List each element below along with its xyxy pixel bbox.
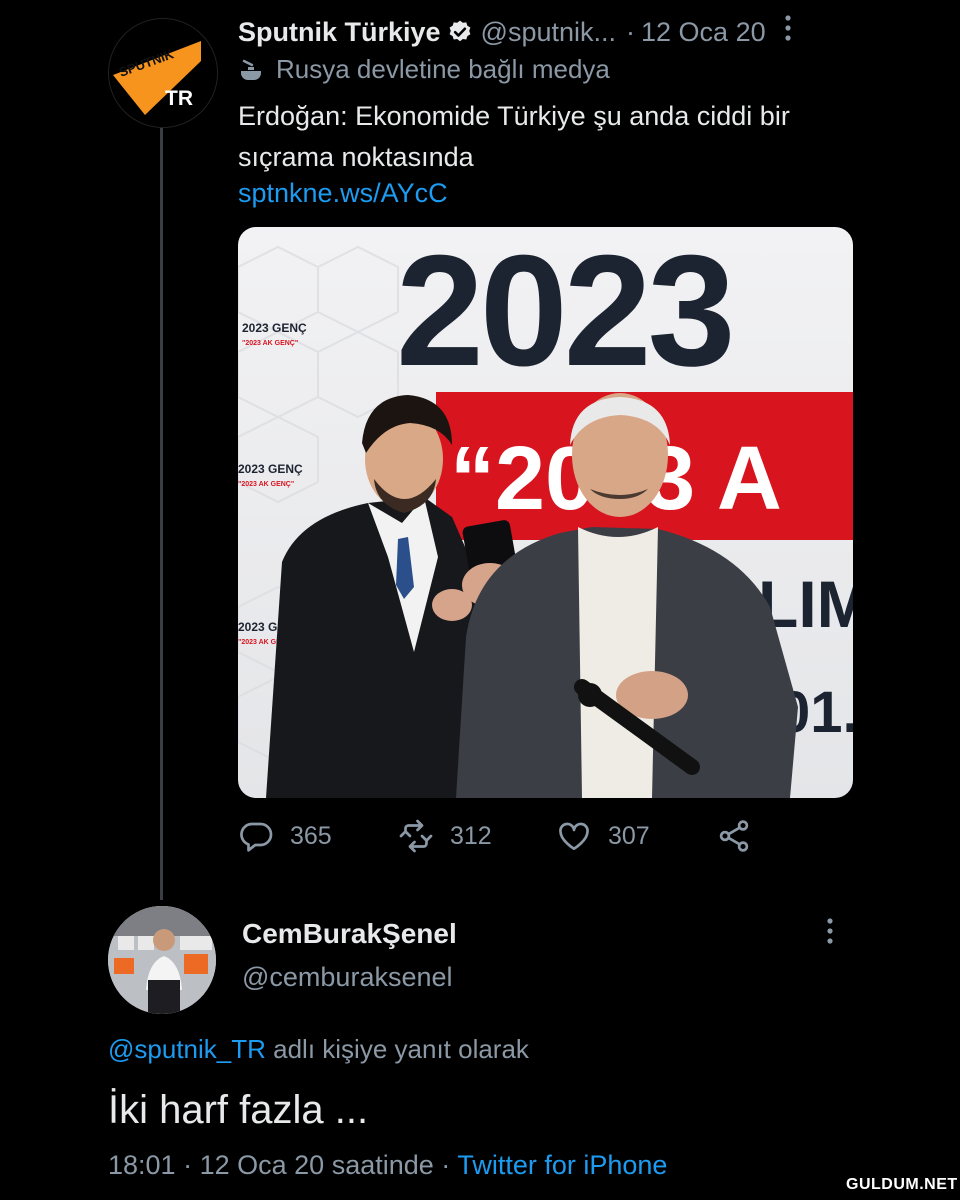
author-name[interactable]: Sputnik Türkiye <box>238 17 441 48</box>
side-label-2b: "2023 AK GENÇ" <box>238 481 294 488</box>
share-icon <box>719 820 749 852</box>
tweet-date[interactable]: 12 Oca 20 <box>641 17 766 48</box>
hand-2 <box>432 589 472 621</box>
retweet-action[interactable]: 312 <box>398 818 492 854</box>
tweet-actions: 365 312 307 <box>238 818 858 860</box>
tweet-photo[interactable]: 2023 “2023 A LIM 01. 2023 GENÇ "2023 AK … <box>238 227 853 798</box>
reply-count: 365 <box>290 821 332 850</box>
reply-author-name[interactable]: CemBurakŞenel <box>242 918 457 950</box>
replying-to-suffix: adlı kişiye yanıt olarak <box>273 1034 529 1064</box>
side-label-1b: 2023 GENÇ <box>238 462 303 476</box>
replying-to-handle[interactable]: @sputnik_TR <box>108 1034 266 1064</box>
tweet-header: Sputnik Türkiye @sputnik... · 12 Oca 20 <box>238 12 792 52</box>
reply-text: İki harf fazla ... <box>108 1088 369 1132</box>
like-icon <box>559 822 589 851</box>
state-media-text: Rusya devletine bağlı medya <box>276 54 610 84</box>
retweet-icon <box>399 819 433 853</box>
cemburaksenel-avatar[interactable] <box>108 906 216 1014</box>
sputnik-avatar[interactable]: SPUTNIK TR <box>108 18 218 128</box>
reply-action[interactable]: 365 <box>238 818 332 854</box>
author-handle[interactable]: @sputnik... <box>481 17 616 48</box>
avatar-bottom-text: TR <box>165 87 193 110</box>
verified-badge-icon <box>447 19 473 45</box>
replying-to: @sputnik_TR adlı kişiye yanıt olarak <box>108 1034 529 1065</box>
reply-more-options-icon[interactable] <box>826 918 834 949</box>
more-options-icon[interactable] <box>784 15 792 49</box>
share-action[interactable] <box>716 818 768 854</box>
state-media-icon <box>238 57 264 83</box>
tweet-text: Erdoğan: Ekonomide Türkiye şu anda ciddi… <box>238 101 790 172</box>
reply-client[interactable]: Twitter for iPhone <box>457 1150 667 1180</box>
side-label-1a: 2023 GENÇ <box>242 321 307 335</box>
reply-icon <box>240 822 273 852</box>
thread-connector-line <box>160 128 163 900</box>
header-separator: · <box>626 16 636 47</box>
banner-year: 2023 <box>396 227 732 399</box>
reply-time[interactable]: 18:01 <box>108 1150 176 1180</box>
meta-separator: · <box>183 1150 193 1180</box>
reply-date[interactable]: 12 Oca 20 saatinde <box>200 1150 434 1180</box>
like-count: 307 <box>608 821 650 850</box>
like-action[interactable]: 307 <box>556 818 650 854</box>
watermark: GULDUM.NET <box>846 1176 958 1193</box>
retweet-count: 312 <box>450 821 492 850</box>
reply-meta: 18:01 · 12 Oca 20 saatinde · Twitter for… <box>108 1150 667 1181</box>
meta-separator-2: · <box>441 1150 451 1180</box>
side-label-2a: "2023 AK GENÇ" <box>242 340 298 347</box>
tweet-link[interactable]: sptnkne.ws/AYcC <box>238 178 448 209</box>
reply-author-handle[interactable]: @cemburaksenel <box>242 962 453 993</box>
state-media-label[interactable]: Rusya devletine bağlı medya <box>238 54 610 85</box>
